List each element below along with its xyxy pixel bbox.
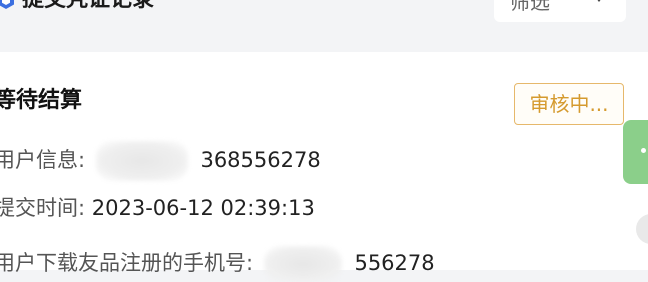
record-status-title: 等待结算: [0, 88, 83, 113]
status-badge: 审核中...: [514, 83, 624, 125]
user-info-label: 用户信息:: [0, 148, 86, 172]
page-title: 提交凭证记录: [22, 0, 154, 13]
submit-time-row: 提交时间: 2023-06-12 02:39:13: [0, 194, 315, 222]
floating-side-tab[interactable]: [623, 120, 648, 184]
filter-label: 筛选: [510, 0, 550, 14]
chevron-down-icon: [597, 0, 601, 2]
redacted-blur: [95, 141, 188, 181]
page-header: 提交凭证记录 筛选: [0, 0, 648, 52]
phone-row: 用户下载友品注册的手机号: 556278: [0, 246, 435, 282]
submit-time-label: 提交时间:: [0, 196, 86, 220]
user-info-row: 用户信息: 368556278: [0, 141, 321, 181]
dot-icon: [641, 148, 646, 153]
shield-cube-icon: [0, 0, 14, 9]
phone-value: 556278: [354, 251, 435, 275]
user-info-value: 368556278: [200, 148, 321, 172]
redacted-blur: [263, 246, 342, 282]
phone-label: 用户下载友品注册的手机号:: [0, 251, 254, 275]
record-card[interactable]: 等待结算 审核中... 用户信息: 368556278 提交时间: 2023-0…: [0, 52, 648, 282]
submit-time-value: 2023-06-12 02:39:13: [91, 196, 315, 220]
filter-button[interactable]: 筛选: [494, 0, 626, 22]
